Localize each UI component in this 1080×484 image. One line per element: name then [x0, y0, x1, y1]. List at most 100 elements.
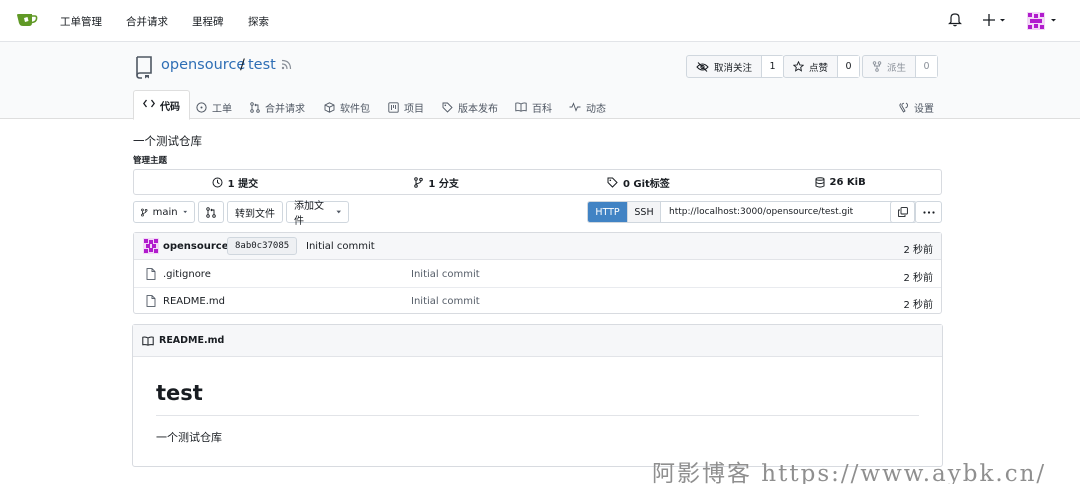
latest-commit-row: opensource 8ab0c37085 Initial commit 2 秒…	[134, 233, 941, 260]
caret-down-icon	[335, 210, 341, 214]
readme-header: README.md	[133, 325, 942, 357]
nav-pulls[interactable]: 合并请求	[126, 14, 168, 29]
http-clone-button[interactable]: HTTP	[588, 202, 627, 222]
branches-count: 1 分支	[428, 178, 459, 190]
star-button[interactable]: 点赞 0	[783, 55, 861, 78]
tab-packages-label: 软件包	[340, 103, 370, 115]
repo-header: opensource / test 取消关注 1 点赞 0 派生 0 代码 工单	[0, 42, 1080, 120]
tab-pulls[interactable]: 合并请求	[250, 95, 305, 119]
size-stat: 26 KiB	[739, 170, 941, 194]
pull-request-icon	[206, 206, 216, 218]
fork-icon	[872, 61, 882, 72]
branch-name: main	[152, 206, 178, 218]
tags-stat[interactable]: 0 Git标签	[538, 170, 740, 194]
star-label: 点赞	[809, 62, 829, 74]
tab-projects[interactable]: 项目	[388, 95, 424, 119]
readme-filename[interactable]: README.md	[159, 335, 224, 346]
commits-count: 1 提交	[227, 178, 259, 190]
gitea-logo-icon[interactable]	[16, 12, 38, 28]
watermark: 阿影博客 https://www.aybk.cn/	[652, 461, 1047, 484]
nav-issues[interactable]: 工单管理	[60, 14, 102, 29]
nav-milestones[interactable]: 里程碑	[192, 14, 224, 29]
fork-button[interactable]: 派生 0	[862, 55, 939, 78]
file-name[interactable]: README.md	[163, 296, 225, 307]
eye-slash-icon	[696, 61, 709, 72]
commit-message[interactable]: Initial commit	[306, 241, 375, 252]
file-commit-message[interactable]: Initial commit	[411, 269, 480, 280]
branches-stat[interactable]: 1 分支	[336, 170, 538, 194]
unwatch-label: 取消关注	[714, 62, 753, 74]
branch-icon	[141, 208, 148, 216]
ssh-clone-button[interactable]: SSH	[627, 202, 661, 222]
tab-settings-label: 设置	[914, 103, 934, 115]
tab-settings[interactable]: 设置	[898, 95, 934, 119]
nav-explore[interactable]: 探索	[248, 14, 269, 29]
project-icon	[388, 101, 399, 113]
avatar[interactable]	[1027, 12, 1059, 33]
readme-text: 一个测试仓库	[156, 431, 222, 444]
repo-description: 一个测试仓库	[133, 134, 202, 148]
tab-code-label: 代码	[160, 101, 180, 113]
file-table: opensource 8ab0c37085 Initial commit 2 秒…	[133, 232, 942, 314]
fork-label: 派生	[887, 62, 907, 74]
repo-size: 26 KiB	[829, 176, 866, 188]
file-row[interactable]: .gitignore Initial commit 2 秒前	[134, 261, 941, 288]
file-commit-message[interactable]: Initial commit	[411, 296, 480, 307]
commit-author[interactable]: opensource	[163, 241, 229, 252]
compare-button[interactable]	[198, 201, 224, 223]
go-to-file-button[interactable]: 转到文件	[227, 201, 283, 223]
readme-panel: README.md test 一个测试仓库	[132, 324, 943, 467]
tag-icon	[607, 177, 618, 188]
package-icon	[324, 101, 335, 113]
more-options-button[interactable]	[915, 201, 942, 223]
manage-topics-link[interactable]: 管理主题	[133, 154, 167, 166]
copy-url-button[interactable]	[890, 201, 915, 223]
top-navbar: 工单管理 合并请求 里程碑 探索	[0, 0, 1080, 42]
code-icon	[142, 99, 156, 111]
tab-releases[interactable]: 版本发布	[442, 95, 498, 119]
tab-issues[interactable]: 工单	[196, 95, 232, 119]
tag-icon	[442, 102, 453, 113]
pull-request-icon	[250, 101, 260, 113]
commit-sha-link[interactable]: 8ab0c37085	[227, 237, 298, 255]
file-row[interactable]: README.md Initial commit 2 秒前	[134, 288, 941, 315]
tab-activity[interactable]: 动态	[569, 95, 606, 119]
tab-wiki[interactable]: 百科	[515, 95, 552, 119]
copy-icon	[897, 207, 908, 217]
tags-count: 0 Git标签	[622, 178, 670, 190]
history-icon	[212, 177, 223, 187]
bell-icon[interactable]	[948, 11, 962, 30]
repo-owner-link[interactable]: opensource	[161, 57, 245, 73]
tool-icon	[899, 102, 909, 113]
commit-time: 2 秒前	[903, 245, 933, 256]
rss-icon[interactable]	[281, 59, 292, 73]
tab-packages[interactable]: 软件包	[324, 95, 370, 119]
clone-url-input[interactable]: http://localhost:3000/opensource/test.gi…	[661, 202, 853, 222]
database-icon	[815, 176, 825, 188]
pulse-icon	[569, 102, 581, 112]
clone-url-box: HTTP SSH http://localhost:3000/opensourc…	[587, 201, 917, 223]
tab-activity-label: 动态	[586, 103, 606, 115]
watchers-count[interactable]: 1	[761, 56, 784, 77]
file-icon	[146, 268, 156, 280]
create-menu[interactable]	[983, 13, 1007, 30]
add-file-button[interactable]: 添加文件	[286, 201, 349, 227]
tab-releases-label: 版本发布	[458, 103, 498, 115]
repo-stats-bar: 1 提交 1 分支 0 Git标签 26 KiB	[133, 169, 942, 195]
unwatch-button[interactable]: 取消关注 1	[686, 55, 785, 78]
forks-count[interactable]: 0	[915, 56, 938, 77]
book-icon	[515, 102, 527, 112]
file-name[interactable]: .gitignore	[163, 269, 211, 280]
repo-name-link[interactable]: test	[248, 57, 276, 73]
repo-icon	[134, 55, 154, 82]
tab-code[interactable]: 代码	[133, 90, 190, 120]
go-to-file-label: 转到文件	[235, 208, 275, 220]
file-time: 2 秒前	[903, 300, 933, 311]
commit-author-avatar[interactable]	[143, 238, 159, 257]
stars-count[interactable]: 0	[837, 56, 860, 77]
star-icon	[793, 61, 804, 72]
repo-separator: /	[240, 57, 245, 73]
issue-icon	[196, 101, 207, 113]
commits-stat[interactable]: 1 提交	[134, 170, 336, 194]
branch-selector[interactable]: main	[133, 201, 195, 223]
